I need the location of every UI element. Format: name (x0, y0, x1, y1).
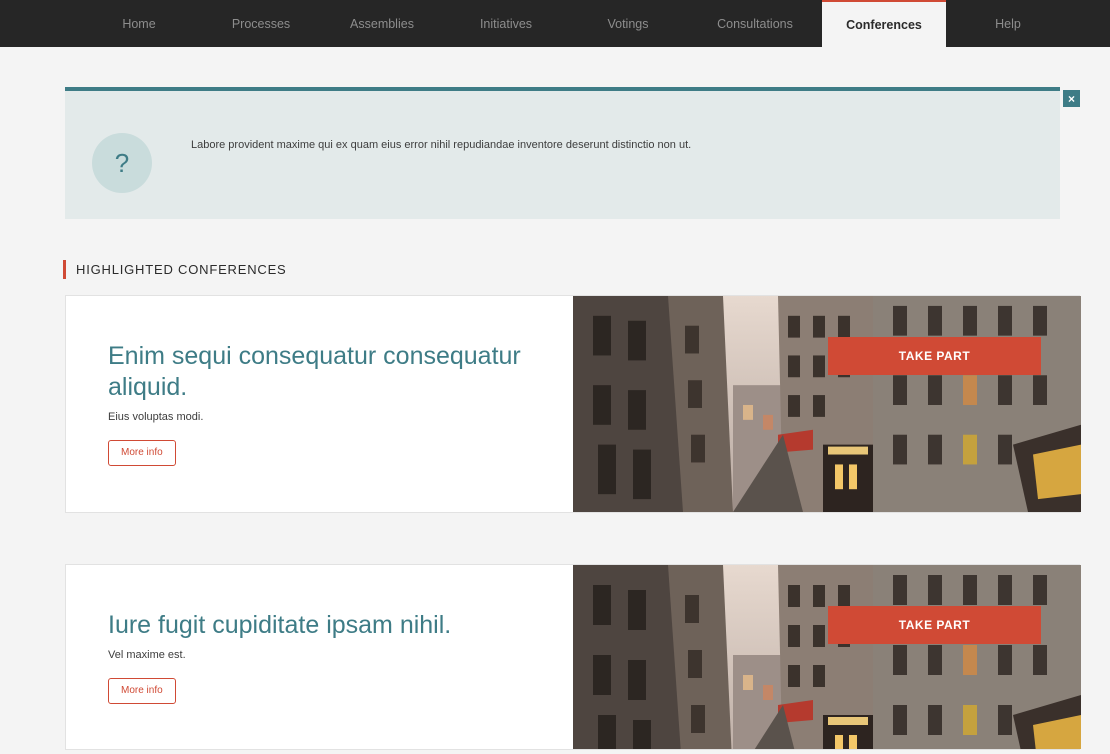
take-part-button[interactable]: TAKE PART (828, 606, 1041, 644)
conference-card: Iure fugit cupiditate ipsam nihil. Vel m… (65, 564, 1081, 750)
take-part-button[interactable]: TAKE PART (828, 337, 1041, 375)
street-photo (573, 565, 1081, 749)
street-photo (573, 296, 1081, 512)
conference-image: TAKE PART (573, 296, 1081, 512)
nav-item-initiatives[interactable]: Initiatives (445, 0, 567, 47)
nav-item-assemblies[interactable]: Assemblies (321, 0, 443, 47)
nav-item-processes[interactable]: Processes (203, 0, 319, 47)
conference-title[interactable]: Iure fugit cupiditate ipsam nihil. (108, 610, 548, 641)
nav-item-conferences[interactable]: Conferences (822, 0, 946, 47)
conference-subtitle: Vel maxime est. (108, 649, 186, 661)
close-callout-button[interactable]: × (1063, 90, 1080, 107)
more-info-button[interactable]: More info (108, 678, 176, 704)
nav-item-votings[interactable]: Votings (569, 0, 687, 47)
nav-item-help[interactable]: Help (948, 0, 1068, 47)
conference-subtitle: Eius voluptas modi. (108, 411, 204, 423)
nav-item-home[interactable]: Home (95, 0, 183, 47)
question-mark-icon: ? (92, 133, 152, 193)
conference-card: Enim sequi consequatur consequatur aliqu… (65, 295, 1081, 513)
section-title: HIGHLIGHTED CONFERENCES (63, 260, 287, 279)
callout-text: Labore provident maxime qui ex quam eius… (191, 139, 692, 151)
card-content: Iure fugit cupiditate ipsam nihil. Vel m… (108, 610, 548, 704)
callout-announcement: ? Labore provident maxime qui ex quam ei… (65, 87, 1060, 219)
main-navigation: Home Processes Assemblies Initiatives Vo… (0, 0, 1110, 47)
card-content: Enim sequi consequatur consequatur aliqu… (108, 341, 548, 466)
conference-image: TAKE PART (573, 565, 1081, 749)
nav-item-consultations[interactable]: Consultations (689, 0, 821, 47)
conference-title[interactable]: Enim sequi consequatur consequatur aliqu… (108, 341, 548, 403)
more-info-button[interactable]: More info (108, 440, 176, 466)
